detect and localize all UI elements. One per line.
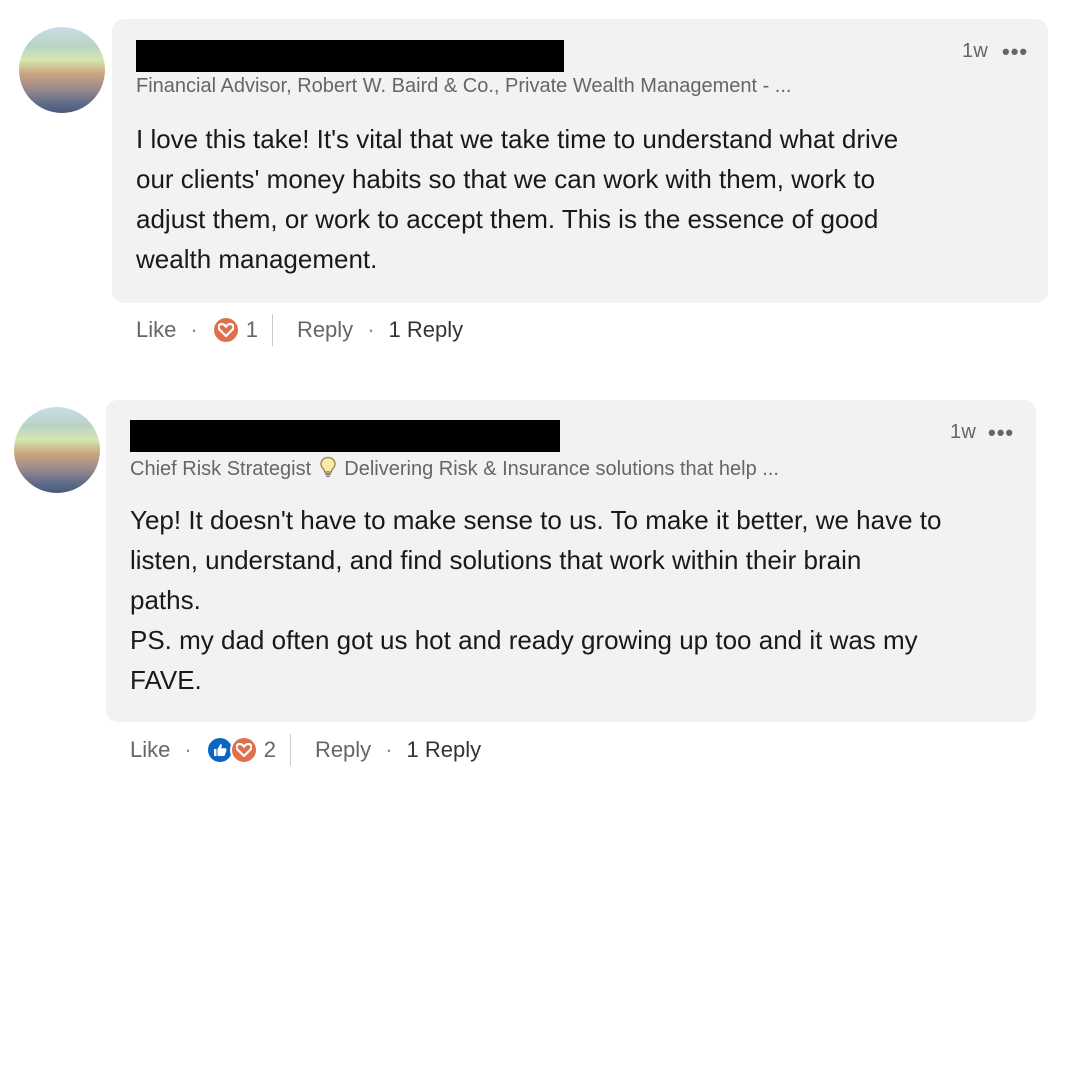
author-headline: Financial Advisor, Robert W. Baird & Co.… [136,75,792,97]
reply-button[interactable]: Reply [297,317,353,343]
more-options-icon[interactable]: ••• [988,422,1014,444]
separator-dot: · [367,317,375,342]
more-options-icon[interactable]: ••• [1002,41,1028,63]
reply-button[interactable]: Reply [315,737,371,763]
comment-text: Yep! It doesn't have to make sense to us… [130,505,942,695]
lightbulb-icon [319,456,337,484]
like-button[interactable]: Like [136,317,176,343]
separator-dot: · [385,737,393,762]
separator-dot: · [190,317,198,342]
headline-description: Delivering Risk & Insurance solutions th… [344,458,779,480]
comment-bubble: 1w ••• Financial Advisor, Robert W. Bair… [112,19,1048,303]
divider [271,314,273,346]
redacted-author-name [130,420,560,452]
author-headline: Chief Risk Strategist Delivering Risk & … [130,456,779,484]
comment-timestamp: 1w [962,40,988,62]
avatar[interactable] [19,27,105,113]
avatar[interactable] [14,407,100,493]
comment-bubble: 1w ••• Chief Risk Strategist Delivering … [106,400,1036,722]
headline-title: Chief Risk Strategist [130,458,312,480]
comment-timestamp: 1w [950,421,976,443]
comment-actions: Like · 1 Reply · 1 Reply [136,312,463,348]
like-button[interactable]: Like [130,737,170,763]
reaction-count[interactable]: 1 [246,317,258,343]
divider [289,734,291,766]
replies-count-link[interactable]: 1 Reply [389,317,464,343]
heart-icon[interactable] [211,316,240,344]
reaction-count[interactable]: 2 [264,737,276,763]
comment-actions: Like · 2 Reply · 1 Reply [130,732,481,768]
heart-icon[interactable] [229,736,258,764]
replies-count-link[interactable]: 1 Reply [407,737,482,763]
redacted-author-name [136,40,564,72]
comment-text: I love this take! It's vital that we tak… [136,124,899,274]
separator-dot: · [184,737,192,762]
